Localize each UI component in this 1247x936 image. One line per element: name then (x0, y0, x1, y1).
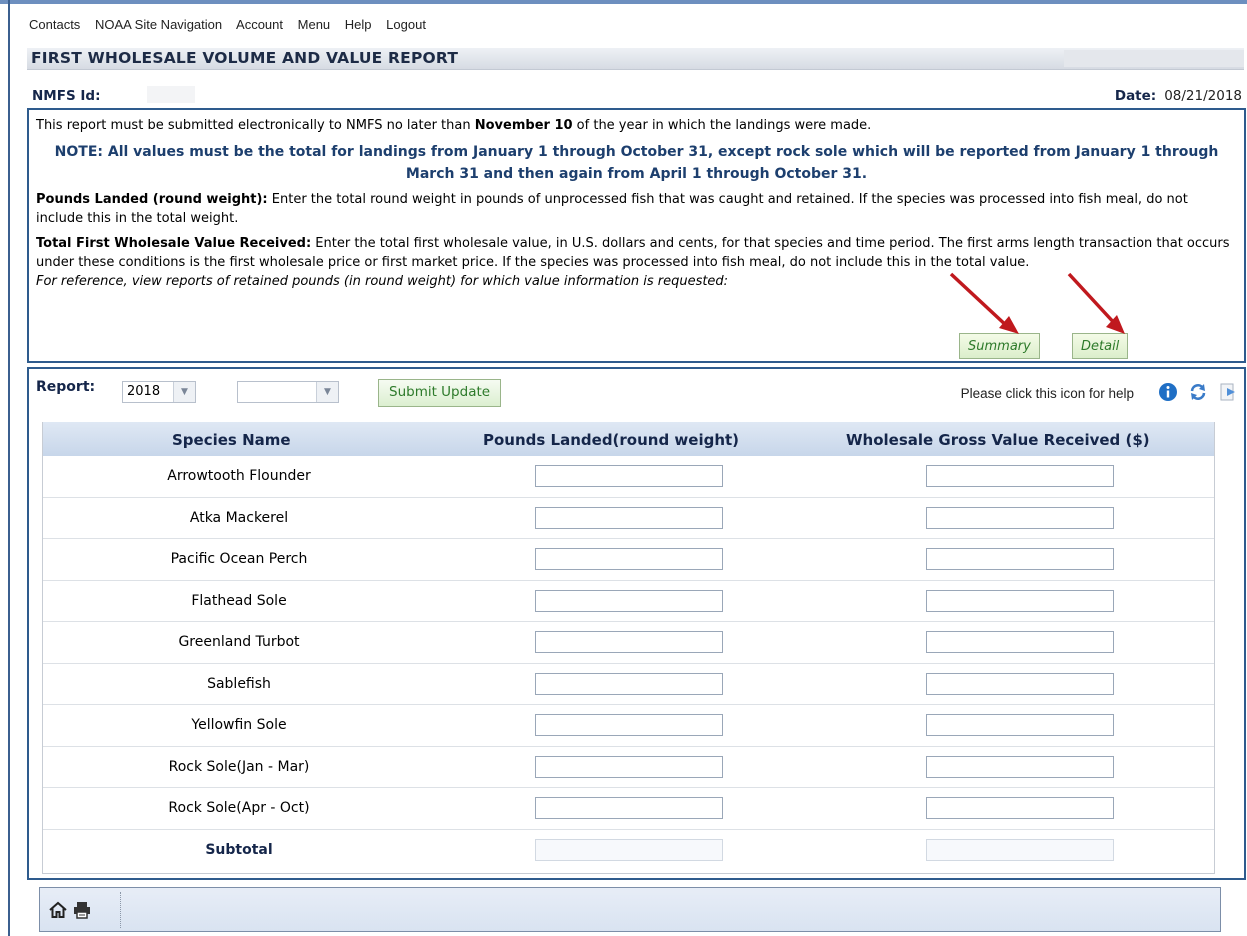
subtotal-label: Subtotal (205, 841, 273, 858)
species-table: Species Name Pounds Landed(round weight)… (42, 422, 1215, 874)
year-select[interactable]: 2018 ▼ (122, 381, 196, 403)
arrow-to-detail (1067, 272, 1119, 328)
year-select-value: 2018 (127, 384, 161, 399)
arrow-to-summary (949, 272, 1011, 330)
subtotal-row: Subtotal (43, 830, 1214, 872)
info-icon[interactable] (1158, 382, 1178, 402)
menu-help[interactable]: Help (345, 17, 372, 32)
species-name: Arrowtooth Flounder (167, 468, 311, 484)
date-value: 08/21/2018 (1164, 88, 1242, 104)
menu-account[interactable]: Account (236, 17, 283, 32)
submit-update-button[interactable]: Submit Update (378, 379, 502, 407)
arrow-annotations (949, 272, 1125, 334)
table-row: Yellowfin Sole (43, 705, 1214, 747)
pounds-input[interactable] (535, 631, 723, 653)
table-row: Rock Sole(Jan - Mar) (43, 747, 1214, 788)
date-field: Date: 08/21/2018 (1115, 88, 1242, 104)
pounds-input[interactable] (535, 672, 723, 695)
pounds-input[interactable] (535, 755, 723, 778)
species-name: Pacific Ocean Perch (170, 551, 308, 567)
note-text: NOTE: All values must be the total for l… (54, 144, 1219, 182)
value-subtotal (926, 838, 1114, 861)
species-name: Greenland Turbot (178, 634, 300, 650)
col-wholesale-value: Wholesale Gross Value Received ($) (846, 431, 1150, 449)
menu-noaa-site-navigation[interactable]: NOAA Site Navigation (95, 17, 222, 32)
report-panel: Report: 2018 ▼ ▼ Submit Update Please cl… (27, 367, 1246, 880)
deadline-text: This report must be submitted electronic… (36, 118, 872, 133)
species-name: Atka Mackerel (189, 509, 289, 526)
col-species-name: Species Name (172, 431, 291, 449)
left-border (8, 0, 10, 936)
table-row: Rock Sole(Apr - Oct) (43, 788, 1214, 830)
value-input[interactable] (926, 672, 1114, 695)
table-row: Atka Mackerel (43, 498, 1214, 539)
nmfs-id-label: NMFS Id: (32, 88, 101, 104)
species-name: Rock Sole(Jan - Mar) (168, 758, 310, 775)
pounds-subtotal (535, 838, 723, 861)
report-label: Report: (36, 379, 96, 395)
table-row: Flathead Sole (43, 581, 1214, 622)
pounds-input[interactable] (535, 548, 723, 570)
pounds-landed-instructions: Pounds Landed (round weight): Enter the … (36, 192, 1188, 226)
top-border (0, 0, 1247, 4)
value-input[interactable] (926, 714, 1114, 736)
pounds-input[interactable] (535, 506, 723, 529)
value-input[interactable] (926, 589, 1114, 612)
period-select[interactable]: ▼ (237, 381, 339, 403)
value-input[interactable] (926, 797, 1114, 819)
top-menu: Contacts NOAA Site Navigation Account Me… (29, 17, 437, 32)
table-row: Sablefish (43, 664, 1214, 705)
species-name: Rock Sole(Apr - Oct) (168, 800, 310, 816)
menu-contacts[interactable]: Contacts (29, 17, 80, 32)
table-row: Greenland Turbot (43, 622, 1214, 664)
table-row: Pacific Ocean Perch (43, 539, 1214, 581)
date-label: Date: (1114, 88, 1157, 104)
species-name: Sablefish (207, 675, 271, 692)
divider (120, 892, 121, 928)
instructions-box: This report must be submitted electronic… (27, 108, 1246, 363)
chevron-down-icon: ▼ (173, 382, 195, 402)
col-pounds-landed: Pounds Landed(round weight) (483, 431, 740, 449)
pounds-input[interactable] (535, 797, 723, 819)
pounds-input[interactable] (535, 714, 723, 736)
arrowhead-summary (999, 316, 1019, 334)
print-icon[interactable] (72, 900, 92, 920)
species-name: Yellowfin Sole (191, 717, 287, 733)
table-row: Arrowtooth Flounder (43, 456, 1214, 498)
species-name: Flathead Sole (191, 592, 287, 609)
id-row: NMFS Id: Date: 08/21/2018 (27, 80, 1244, 108)
nmfs-id-value (147, 86, 195, 103)
menu-logout[interactable]: Logout (386, 17, 426, 32)
refresh-icon[interactable] (1188, 382, 1208, 402)
home-icon[interactable] (48, 900, 68, 920)
redacted-area (1064, 50, 1244, 67)
page-title: FIRST WHOLESALE VOLUME AND VALUE REPORT (31, 49, 459, 67)
chevron-down-icon: ▼ (316, 382, 338, 402)
table-header: Species Name Pounds Landed(round weight)… (43, 422, 1214, 456)
value-input[interactable] (926, 548, 1114, 570)
value-input[interactable] (926, 465, 1114, 487)
value-input[interactable] (926, 755, 1114, 778)
wholesale-value-instructions: Total First Wholesale Value Received: En… (36, 236, 1230, 270)
help-text: Please click this icon for help (960, 386, 1134, 401)
value-input[interactable] (926, 631, 1114, 653)
help-icons (1152, 382, 1238, 404)
export-icon[interactable] (1218, 382, 1238, 402)
menu-menu[interactable]: Menu (298, 17, 331, 32)
pounds-input[interactable] (535, 465, 723, 487)
pounds-input[interactable] (535, 589, 723, 612)
footer-toolbar (39, 887, 1221, 932)
value-input[interactable] (926, 506, 1114, 529)
page-title-bar: FIRST WHOLESALE VOLUME AND VALUE REPORT (27, 48, 1244, 70)
